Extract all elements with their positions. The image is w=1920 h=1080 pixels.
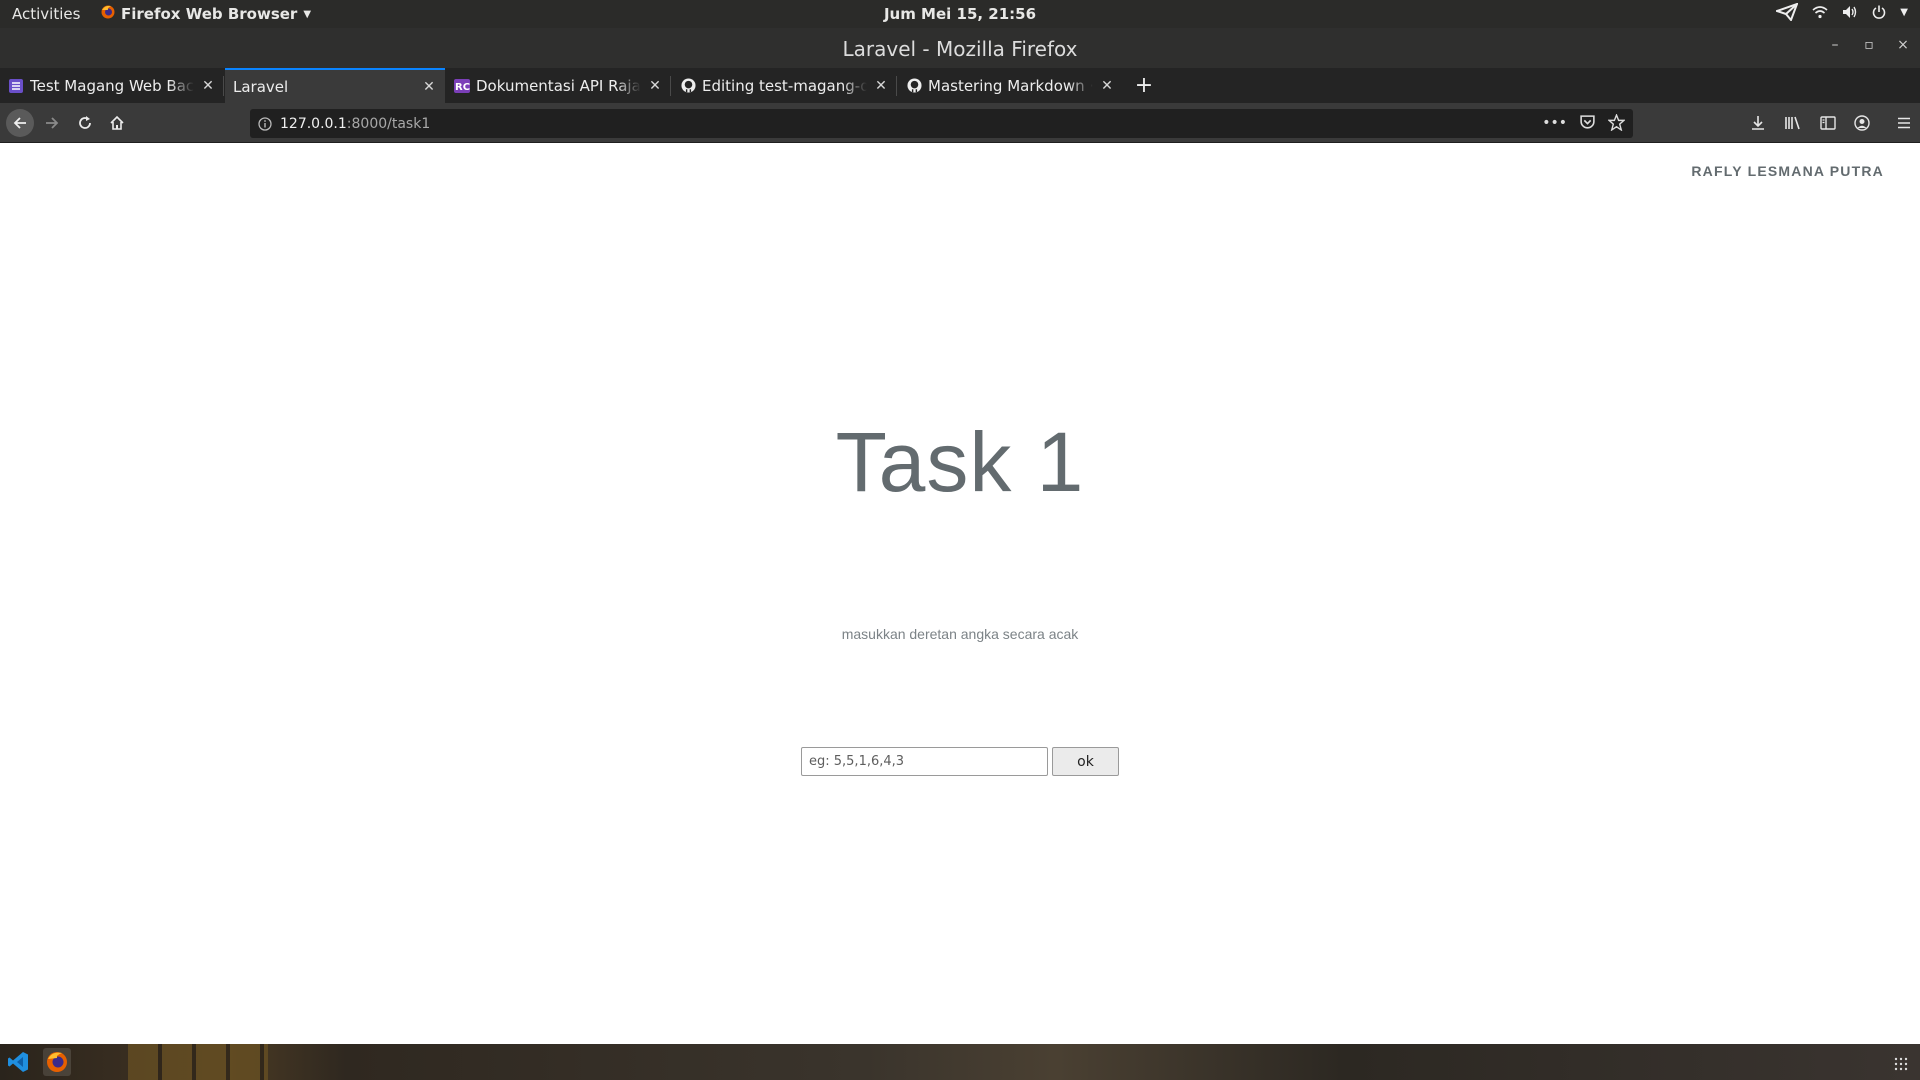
system-top-bar: Activities Firefox Web Browser ▼ Jum Mei… — [0, 0, 1920, 28]
tab-editing-github[interactable]: Editing test-magang-docs ✕ — [672, 68, 897, 103]
list-icon — [8, 78, 24, 94]
activities-button[interactable]: Activities — [12, 5, 80, 23]
library-icon[interactable] — [1784, 115, 1802, 135]
app-menu-label: Firefox Web Browser — [121, 5, 298, 23]
numbers-input[interactable] — [801, 747, 1048, 776]
web-page: RAFLY LESMANA PUTRA Task 1 masukkan dere… — [0, 144, 1920, 1044]
tab-label: Editing test-magang-docs — [702, 76, 867, 95]
tab-label: Laravel — [233, 77, 289, 96]
address-bar[interactable]: 127.0.0.1:8000/task1 ••• — [250, 109, 1633, 138]
rc-icon: RC — [454, 78, 470, 94]
toolbar-right — [1750, 115, 1912, 135]
close-window-button[interactable]: × — [1896, 37, 1910, 53]
send-icon[interactable] — [1776, 3, 1799, 21]
tab-mastering-markdown[interactable]: Mastering Markdown · GitHub ✕ — [898, 68, 1123, 103]
wifi-icon — [1812, 5, 1828, 19]
back-button[interactable] — [6, 109, 34, 137]
close-tab-icon[interactable]: ✕ — [200, 78, 216, 94]
url-text[interactable]: 127.0.0.1:8000/task1 — [280, 116, 430, 132]
tab-laravel[interactable]: Laravel ✕ — [225, 68, 445, 103]
chevron-down-icon: ▼ — [303, 8, 312, 20]
number-form: ok — [801, 747, 1119, 776]
author-link[interactable]: RAFLY LESMANA PUTRA — [1691, 163, 1884, 179]
ok-button[interactable]: ok — [1052, 747, 1119, 776]
tab-label: Mastering Markdown · GitHub — [928, 76, 1093, 95]
page-actions-icon[interactable]: ••• — [1542, 114, 1567, 135]
url-host: 127.0.0.1 — [280, 115, 347, 132]
window-title-bar: Laravel - Mozilla Firefox – ▫ × — [0, 28, 1920, 68]
account-icon[interactable] — [1854, 115, 1870, 135]
menu-icon[interactable] — [1896, 115, 1912, 135]
firefox-dock-icon[interactable] — [43, 1048, 71, 1076]
forward-button[interactable] — [38, 109, 66, 137]
wallpaper-window — [128, 1044, 268, 1080]
chevron-down-icon: ▼ — [1900, 6, 1908, 18]
taskbar — [0, 1044, 1920, 1080]
window-title: Laravel - Mozilla Firefox — [842, 37, 1078, 61]
bookmark-star-icon[interactable] — [1607, 113, 1626, 135]
download-icon[interactable] — [1750, 115, 1766, 135]
home-button[interactable] — [103, 109, 131, 137]
volume-icon — [1842, 5, 1858, 19]
page-title: Task 1 — [835, 415, 1085, 509]
maximize-button[interactable]: ▫ — [1862, 37, 1876, 53]
power-icon — [1872, 5, 1886, 19]
tab-test-magang[interactable]: Test Magang Web Backend ✕ — [0, 68, 224, 103]
url-bar-actions: ••• — [1542, 113, 1626, 135]
tab-label: Test Magang Web Backend — [30, 76, 194, 95]
github-icon — [906, 78, 922, 94]
tab-strip: Test Magang Web Backend ✕ Laravel ✕ RC D… — [0, 68, 1920, 103]
svg-text:RC: RC — [455, 82, 470, 93]
vscode-icon[interactable] — [4, 1048, 32, 1076]
reload-button[interactable] — [71, 109, 99, 137]
pocket-icon[interactable] — [1579, 114, 1596, 135]
firefox-icon — [101, 5, 115, 23]
close-tab-icon[interactable]: ✕ — [873, 78, 889, 94]
minimize-button[interactable]: – — [1828, 37, 1842, 53]
github-icon — [680, 78, 696, 94]
close-tab-icon[interactable]: ✕ — [1099, 78, 1115, 94]
system-tray[interactable]: ▼ — [1776, 3, 1908, 21]
instruction-text: masukkan deretan angka secara acak — [841, 626, 1079, 642]
nav-toolbar: 127.0.0.1:8000/task1 ••• — [0, 103, 1920, 143]
new-tab-button[interactable]: + — [1131, 72, 1157, 98]
close-tab-icon[interactable]: ✕ — [421, 79, 437, 95]
app-menu[interactable]: Firefox Web Browser ▼ — [101, 5, 311, 23]
tab-label: Dokumentasi API RajaOngkir — [476, 76, 641, 95]
tab-dokumentasi-api[interactable]: RC Dokumentasi API RajaOngkir ✕ — [446, 68, 671, 103]
show-applications-icon[interactable] — [1894, 1056, 1908, 1075]
sidebar-icon[interactable] — [1820, 115, 1836, 135]
window-controls: – ▫ × — [1828, 37, 1910, 53]
info-icon[interactable] — [250, 116, 280, 131]
close-tab-icon[interactable]: ✕ — [647, 78, 663, 94]
url-path: :8000/task1 — [346, 115, 431, 132]
